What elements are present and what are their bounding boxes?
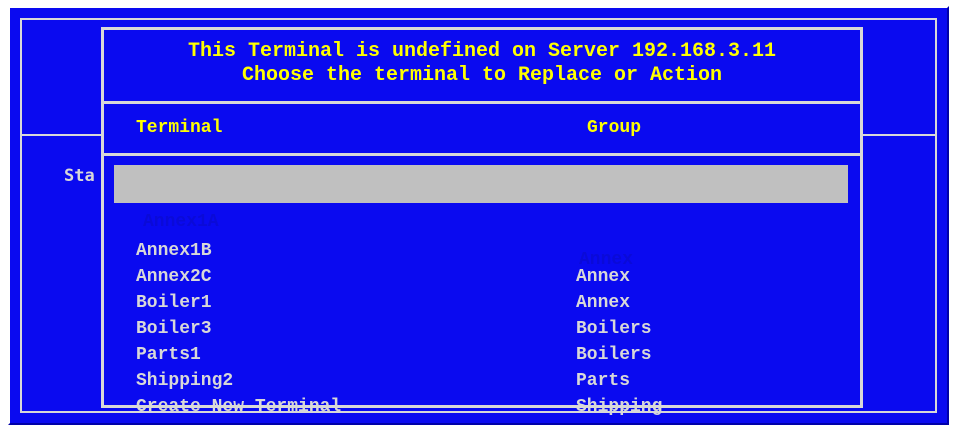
terminal-column-header: Terminal bbox=[136, 118, 223, 138]
terminal-row[interactable]: Boiler3 Boilers bbox=[104, 290, 860, 365]
terminal-row[interactable]: Annex1B Annex bbox=[104, 212, 860, 287]
terminal-row[interactable]: Boiler1 Boilers bbox=[104, 264, 860, 339]
terminal-screen: Sta This Terminal is undefined on Server… bbox=[0, 0, 957, 436]
group-column-header: Group bbox=[587, 118, 642, 138]
terminal-row[interactable]: Parts1 Parts bbox=[104, 316, 860, 391]
terminal-group: Shipping bbox=[576, 397, 663, 417]
terminal-row[interactable]: Shipping2 Shipping bbox=[104, 342, 860, 417]
terminal-row[interactable]: Annex2C Annex bbox=[104, 238, 860, 313]
terminal-select-dialog: This Terminal is undefined on Server 192… bbox=[101, 27, 863, 417]
create-new-terminal-label: Create New Terminal bbox=[136, 397, 342, 417]
dialog-title-line-1: This Terminal is undefined on Server 192… bbox=[187, 40, 777, 63]
dialog-header: This Terminal is undefined on Server 192… bbox=[104, 30, 860, 104]
column-headers: Terminal Group bbox=[104, 104, 860, 156]
background-label-fragment: Sta bbox=[64, 166, 95, 186]
dialog-title-line-2: Choose the terminal to Replace or Action bbox=[241, 64, 723, 87]
create-new-terminal-option[interactable]: Create New Terminal bbox=[104, 368, 860, 417]
terminal-row-selected[interactable]: Annex1A Annex bbox=[114, 165, 848, 270]
